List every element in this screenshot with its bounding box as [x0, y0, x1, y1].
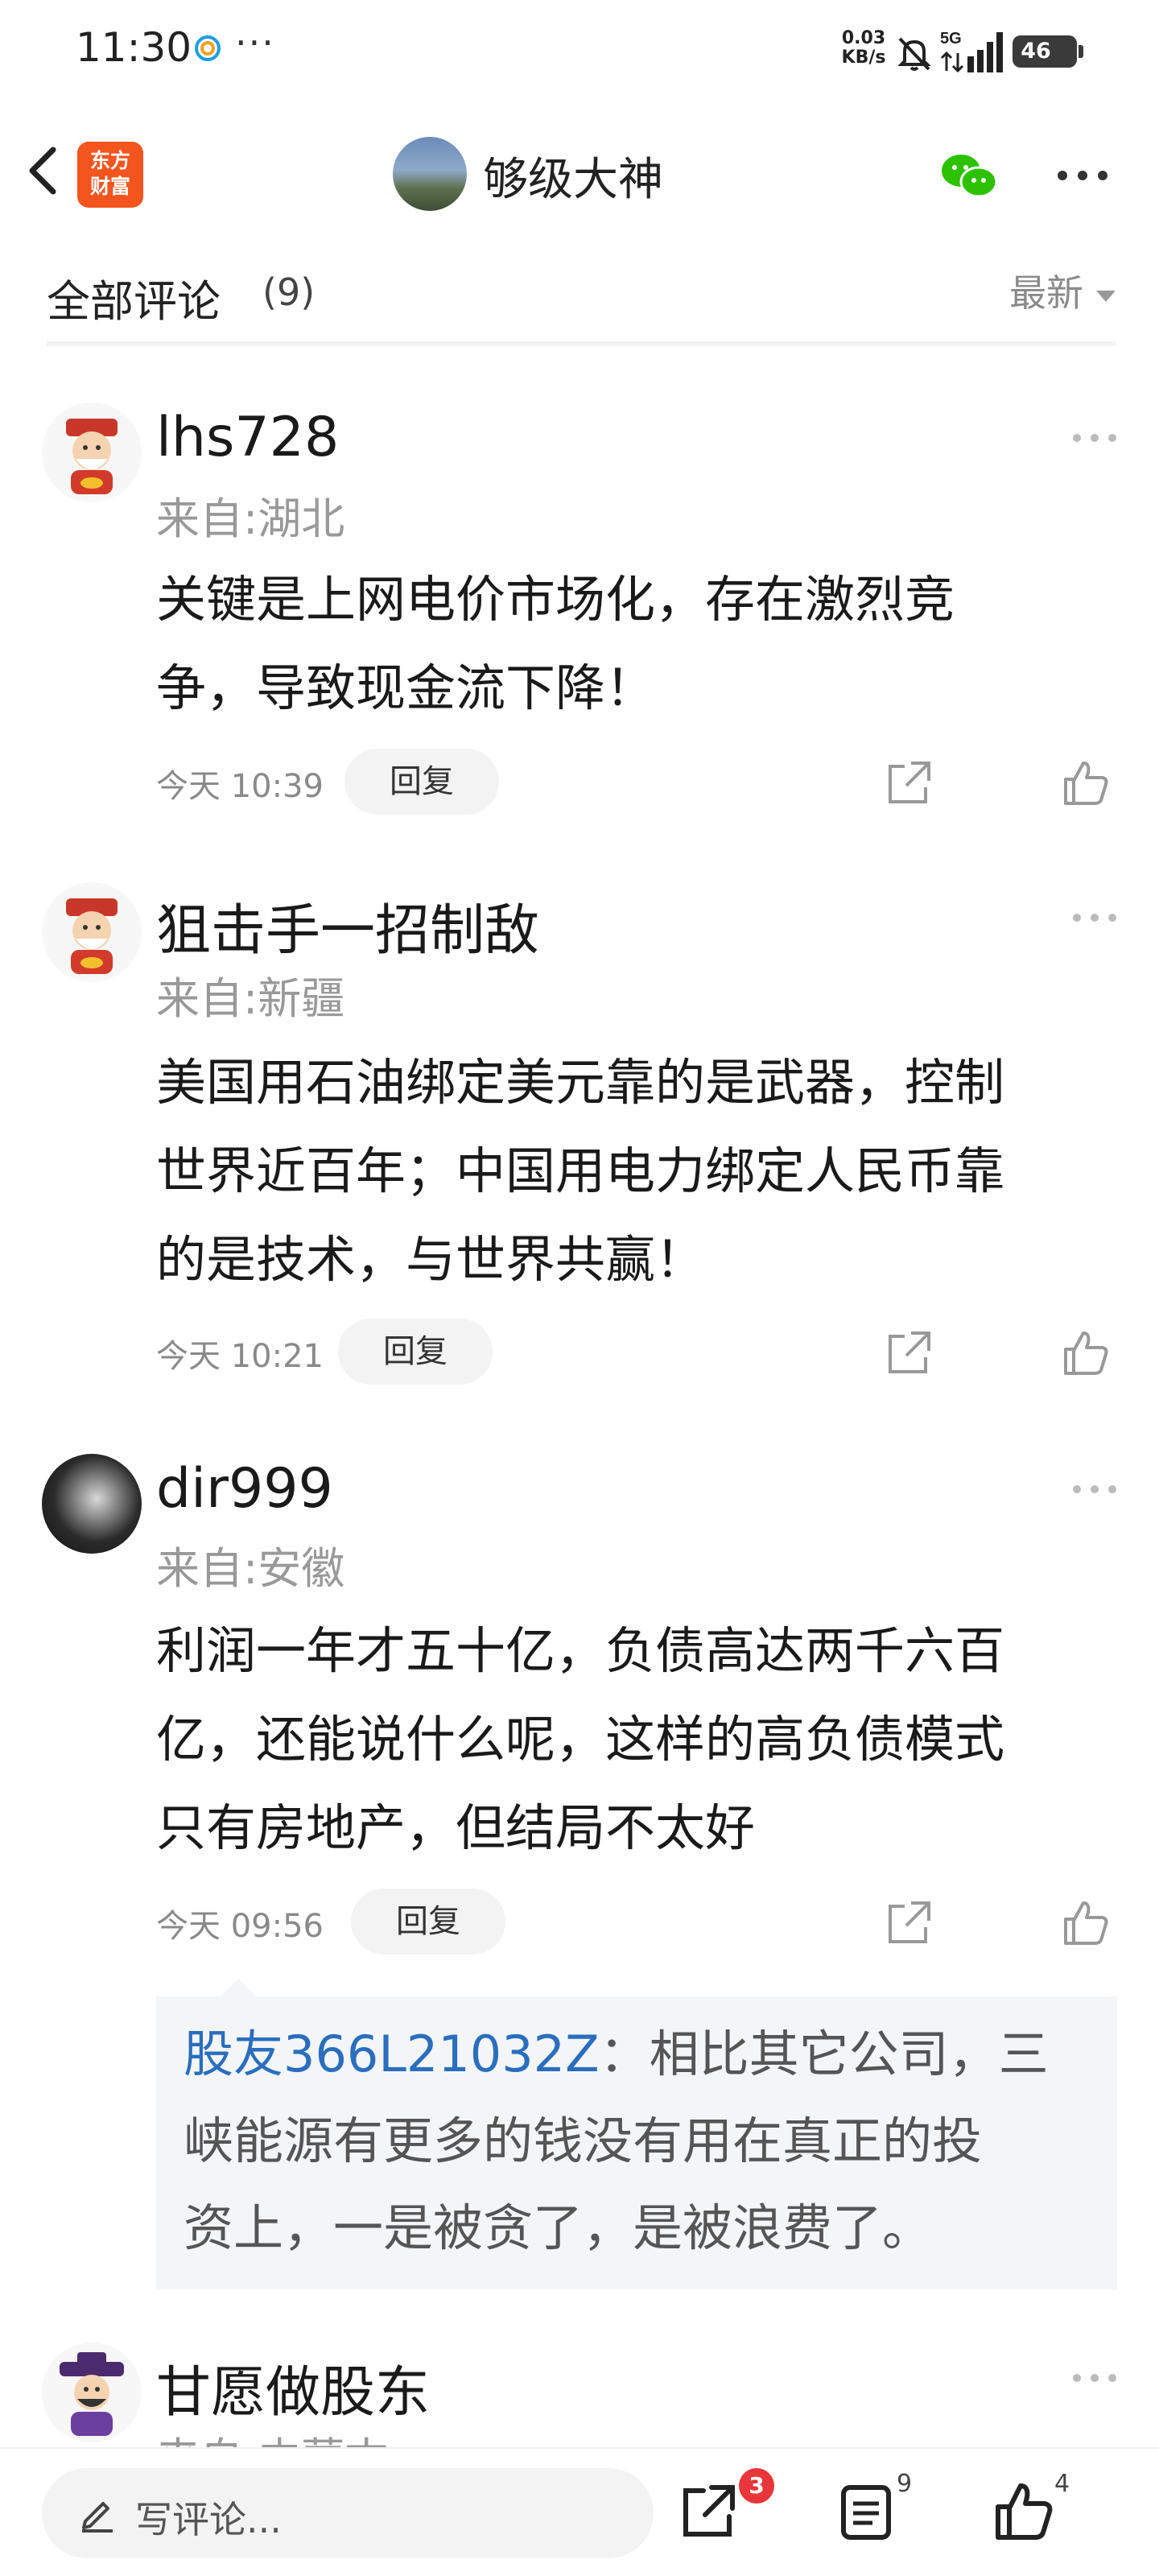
comment-more-icon[interactable]	[1070, 2370, 1119, 2386]
comment-location: 来自:湖北	[156, 493, 345, 544]
bottom-bar: 写评论... 3 9 4	[0, 2447, 1159, 2576]
more-options-icon[interactable]	[1054, 167, 1111, 184]
comment-more-icon[interactable]	[1070, 430, 1119, 446]
signal-icon: 5G	[940, 30, 1003, 73]
comment-count: 9	[897, 2470, 913, 2498]
reply-button[interactable]: 回复	[338, 1319, 493, 1385]
mute-bell-icon	[897, 37, 931, 71]
like-thumb-icon[interactable]	[1061, 1328, 1111, 1378]
comment-username[interactable]: 狙击手一招制敌	[156, 886, 539, 965]
like-thumb-icon[interactable]	[1061, 758, 1111, 808]
sub-reply[interactable]: 股友366L21032Z：相比其它公司，三 峡能源有更多的钱没有用在真正的投 资…	[156, 1979, 1117, 2289]
sub-reply-username[interactable]: 股友366L21032Z	[184, 2025, 600, 2083]
comment-more-icon[interactable]	[1070, 1481, 1119, 1497]
sub-reply-text: 股友366L21032Z：相比其它公司，三 峡能源有更多的钱没有用在真正的投 资…	[184, 2025, 1049, 2257]
comment-text: 关键是上网电价市场化，存在激烈竞 争，导致现金流下降！	[156, 570, 955, 717]
caret-down-icon	[1096, 290, 1116, 302]
page-title[interactable]: 够级大神	[483, 143, 663, 208]
comment-input-placeholder: 写评论...	[135, 2498, 282, 2541]
comment-username[interactable]: lhs728	[156, 406, 339, 469]
svg-text:5G: 5G	[940, 30, 962, 47]
user-avatar[interactable]	[42, 882, 142, 982]
share-count-badge: 3	[739, 2468, 774, 2504]
user-avatar[interactable]	[42, 2343, 142, 2442]
sort-dropdown[interactable]: 最新	[1009, 264, 1116, 317]
app-notification-icon	[195, 35, 221, 61]
comment-more-icon[interactable]	[1070, 910, 1119, 926]
official-avatar-icon	[60, 2352, 124, 2436]
fortune-god-avatar-icon	[66, 898, 118, 974]
app-logo[interactable]: 东方 财富	[77, 142, 143, 208]
share-icon[interactable]	[884, 1898, 934, 1948]
comment-location: 来自:新疆	[156, 973, 345, 1024]
battery-icon: 46	[1013, 35, 1083, 68]
reply-button[interactable]: 回复	[344, 749, 499, 815]
comment-time: 今天 09:56	[156, 1908, 324, 1945]
comment-time: 今天 10:39	[156, 768, 324, 805]
pencil-icon	[82, 2502, 113, 2533]
comment-location: 来自:安徽	[156, 1543, 345, 1594]
status-bar: 11:30 ··· 0.03 KB/s 5G 46	[0, 0, 1159, 105]
author-avatar[interactable]	[393, 137, 467, 211]
like-count: 4	[1054, 2470, 1070, 2498]
comment-text: 利润一年才五十亿，负债高达两千六百 亿，还能说什么呢，这样的高负债模式 只有房地…	[156, 1621, 1005, 1857]
more-notifications-icon: ···	[235, 21, 275, 64]
share-icon[interactable]	[884, 1328, 934, 1378]
nav-bar: 东方 财富 够级大神	[0, 121, 1159, 233]
status-time: 11:30	[76, 24, 192, 71]
comment-input[interactable]: 写评论...	[42, 2468, 654, 2558]
comment-username[interactable]: dir999	[156, 1457, 333, 1521]
user-avatar[interactable]	[42, 1454, 142, 1554]
comment-text: 美国用石油绑定美元靠的是武器，控制 世界近百年；中国用电力绑定人民币靠 的是技术…	[156, 1053, 1005, 1289]
comments-header: 全部评论 (9) 最新	[47, 242, 1116, 346]
comment-time: 今天 10:21	[156, 1338, 324, 1375]
comment-username[interactable]: 甘愿做股东	[156, 2347, 430, 2427]
like-thumb-icon[interactable]	[1061, 1898, 1111, 1948]
fortune-god-avatar-icon	[66, 419, 118, 494]
comment-list-icon[interactable]	[834, 2479, 898, 2544]
comments-title: 全部评论	[47, 276, 221, 327]
share-icon[interactable]	[676, 2479, 740, 2544]
network-speed: 0.03 KB/s	[841, 28, 886, 68]
reply-button[interactable]: 回复	[351, 1889, 505, 1955]
user-avatar[interactable]	[42, 402, 142, 502]
back-arrow-icon[interactable]	[18, 138, 66, 203]
comments-count: (9)	[262, 270, 316, 314]
wechat-share-icon[interactable]	[938, 150, 998, 201]
share-icon[interactable]	[884, 758, 934, 808]
like-thumb-icon[interactable]	[992, 2479, 1056, 2544]
